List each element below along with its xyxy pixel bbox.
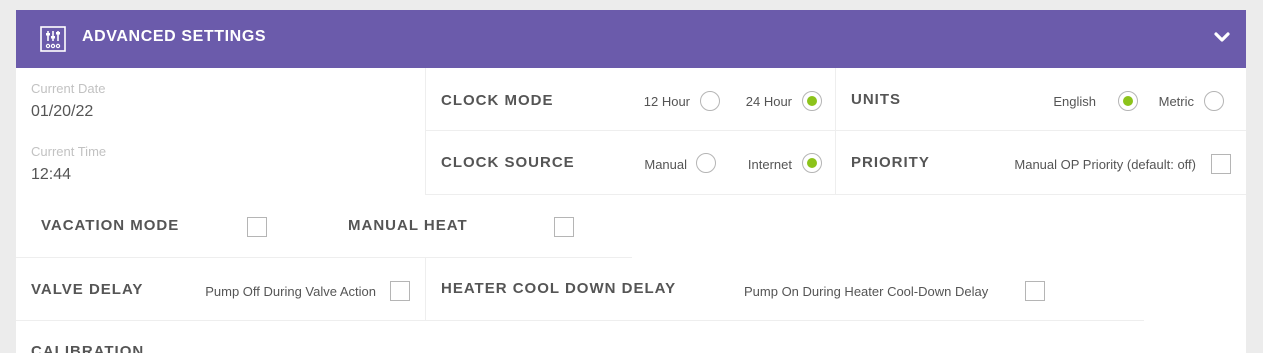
vacation-mode-title: VACATION MODE <box>41 217 180 234</box>
clock-mode-cell: CLOCK MODE 12 Hour 24 Hour <box>425 68 835 131</box>
heater-cool-down-cell: HEATER COOL DOWN DELAY Pump On During He… <box>425 258 1144 321</box>
clock-source-title: CLOCK SOURCE <box>441 154 575 171</box>
current-date-label: Current Date <box>31 81 106 96</box>
pump-off-valve-checkbox[interactable] <box>390 281 410 301</box>
clock-mode-24h-label: 24 Hour <box>745 94 792 109</box>
advanced-settings-header[interactable]: ADVANCED SETTINGS <box>16 10 1246 68</box>
heater-cool-down-title: HEATER COOL DOWN DELAY <box>441 280 677 297</box>
advanced-settings-panel: ADVANCED SETTINGS Current Date 01/20/22 … <box>16 10 1246 353</box>
clock-source-internet-label: Internet <box>747 157 792 172</box>
pump-on-cool-down-checkbox[interactable] <box>1025 281 1045 301</box>
valve-delay-cell: VALVE DELAY Pump Off During Valve Action <box>16 258 425 321</box>
pump-on-cool-down-label: Pump On During Heater Cool-Down Delay <box>744 284 989 299</box>
vacation-mode-checkbox[interactable] <box>247 217 267 237</box>
clock-mode-12h-label: 12 Hour <box>643 94 690 109</box>
current-time-value: 12:44 <box>31 166 72 183</box>
manual-op-priority-label: Manual OP Priority (default: off) <box>1014 157 1196 172</box>
clock-source-cell: CLOCK SOURCE Manual Internet <box>425 131 835 195</box>
calibration-cell: CALIBRATION <box>16 321 425 353</box>
units-english-radio[interactable] <box>1118 91 1138 111</box>
units-english-label: English <box>1053 94 1096 109</box>
clock-mode-24h-radio[interactable] <box>802 91 822 111</box>
pump-off-valve-label: Pump Off During Valve Action <box>205 284 376 299</box>
units-cell: UNITS English Metric <box>835 68 1246 131</box>
chevron-down-icon[interactable] <box>1213 28 1231 46</box>
clock-source-manual-label: Manual <box>644 157 687 172</box>
clock-mode-title: CLOCK MODE <box>441 92 554 109</box>
manual-op-priority-checkbox[interactable] <box>1211 154 1231 174</box>
priority-title: PRIORITY <box>851 154 930 171</box>
manual-heat-title: MANUAL HEAT <box>348 217 468 234</box>
current-time-label: Current Time <box>31 144 107 159</box>
section-title: ADVANCED SETTINGS <box>82 28 267 45</box>
clock-source-internet-radio[interactable] <box>802 153 822 173</box>
current-date-value: 01/20/22 <box>31 103 94 120</box>
clock-source-manual-radio[interactable] <box>696 153 716 173</box>
calibration-title: CALIBRATION <box>31 343 145 353</box>
manual-heat-checkbox[interactable] <box>554 217 574 237</box>
clock-mode-12h-radio[interactable] <box>700 91 720 111</box>
units-title: UNITS <box>851 91 901 108</box>
valve-delay-title: VALVE DELAY <box>31 281 144 298</box>
priority-cell: PRIORITY Manual OP Priority (default: of… <box>835 131 1246 195</box>
sliders-icon <box>40 26 66 52</box>
vacation-heat-row: VACATION MODE MANUAL HEAT <box>16 195 632 258</box>
units-metric-label: Metric <box>1158 94 1194 109</box>
current-date-time-cell: Current Date 01/20/22 Current Time 12:44 <box>16 68 425 195</box>
units-metric-radio[interactable] <box>1204 91 1224 111</box>
